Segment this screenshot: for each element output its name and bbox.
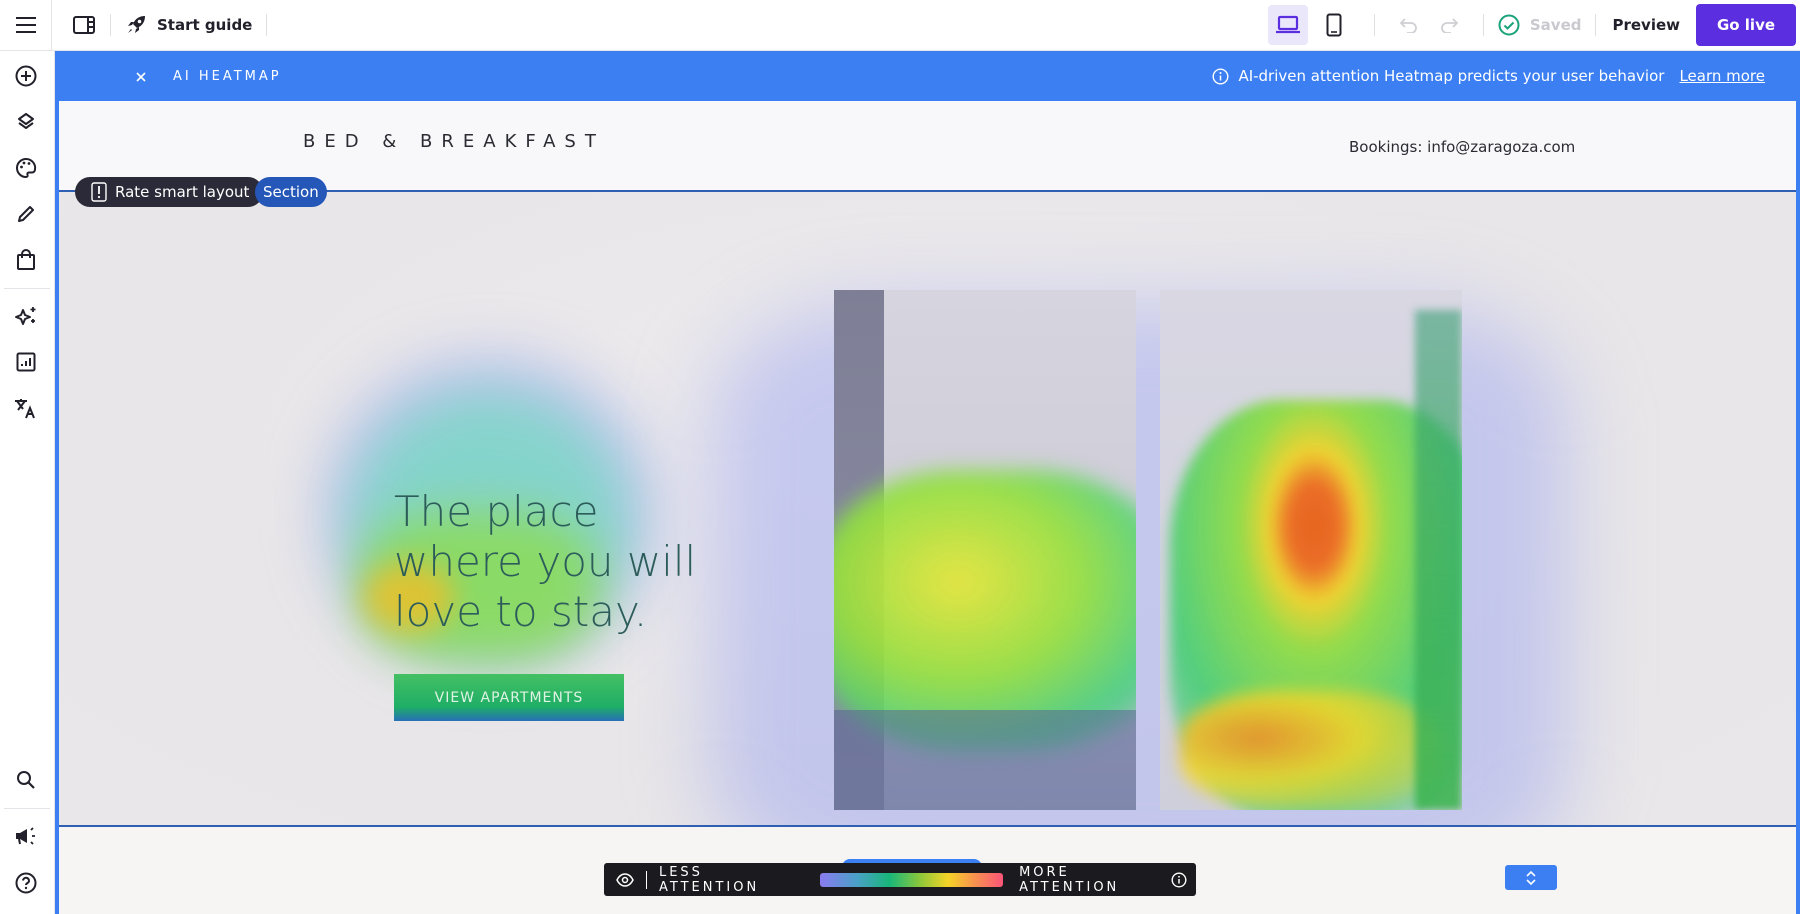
layers-icon xyxy=(18,113,34,129)
sidebar-divider xyxy=(4,808,50,809)
menu-button[interactable] xyxy=(0,0,52,51)
info-icon xyxy=(1171,871,1187,888)
editor-canvas: AI HEATMAP AI-driven attention Heatmap p… xyxy=(55,51,1800,914)
divider xyxy=(1373,14,1375,36)
sidebar-item-design[interactable] xyxy=(0,148,52,188)
rocket-icon xyxy=(128,16,145,33)
rate-smart-layout-button[interactable]: Rate smart layout xyxy=(75,177,264,207)
undo-icon xyxy=(1399,18,1417,33)
headline-line: where you will xyxy=(394,537,697,586)
heatmap-title: AI HEATMAP xyxy=(173,68,282,84)
shopping-bag-icon xyxy=(17,249,35,270)
saved-label: Saved xyxy=(1529,16,1582,34)
redo-icon xyxy=(1441,18,1458,33)
less-attention-label: LESS ATTENTION xyxy=(658,864,760,895)
section-tag[interactable]: Section xyxy=(255,177,327,207)
room-photo-right[interactable] xyxy=(1160,290,1462,810)
panel-toggle-button[interactable] xyxy=(72,13,96,37)
sidebar-item-analytics[interactable] xyxy=(0,342,52,382)
sidebar-item-edit[interactable] xyxy=(0,194,52,234)
search-icon xyxy=(17,771,35,789)
redo-button[interactable] xyxy=(1429,5,1469,45)
top-toolbar: Start guide Saved Preview Go live xyxy=(0,0,1800,51)
left-sidebar xyxy=(0,51,55,914)
mobile-view-button[interactable] xyxy=(1314,5,1354,45)
hamburger-icon xyxy=(15,17,36,33)
divider xyxy=(1482,14,1484,36)
start-guide-button[interactable]: Start guide xyxy=(125,14,252,36)
palette-icon xyxy=(16,157,37,179)
layout-rate-icon xyxy=(91,182,107,202)
bookings-text[interactable]: Bookings: info@zaragoza.com xyxy=(1349,138,1575,156)
divider xyxy=(110,14,111,36)
sidebar-item-store[interactable] xyxy=(0,240,52,280)
laptop-icon xyxy=(1275,15,1300,34)
info-icon xyxy=(1212,67,1229,85)
toggle-heatmap-visibility[interactable] xyxy=(616,872,634,887)
heatmap-legend: LESS ATTENTION MORE ATTENTION xyxy=(604,863,1196,896)
check-circle-icon xyxy=(1498,14,1520,36)
megaphone-icon xyxy=(16,827,35,845)
site-brand[interactable]: BED & BREAKFAST xyxy=(303,131,605,152)
sidebar-item-layers[interactable] xyxy=(0,102,52,142)
sidebar-item-translate[interactable] xyxy=(0,388,52,428)
heatmap-overlay xyxy=(1415,310,1462,810)
eye-icon xyxy=(616,872,634,887)
chart-icon xyxy=(16,352,36,372)
hero-section[interactable]: The place where you will love to stay. V… xyxy=(59,192,1796,892)
sidebar-divider xyxy=(4,288,50,289)
saved-status: Saved xyxy=(1498,14,1582,36)
room-photo-left[interactable] xyxy=(834,290,1136,810)
chevron-up-down-icon xyxy=(1526,870,1536,885)
legend-info-button[interactable] xyxy=(1171,871,1187,888)
headline-line: The place xyxy=(394,487,599,536)
go-live-button[interactable]: Go live xyxy=(1696,4,1796,46)
undo-button[interactable] xyxy=(1389,5,1429,45)
heatmap-info: AI-driven attention Heatmap predicts you… xyxy=(1212,67,1765,85)
divider xyxy=(266,14,268,36)
pencil-icon xyxy=(18,206,34,222)
plus-circle-icon xyxy=(15,65,37,87)
rate-smart-layout-label: Rate smart layout xyxy=(115,183,250,201)
sparkles-icon xyxy=(15,307,36,325)
view-apartments-button[interactable]: VIEW APARTMENTS xyxy=(394,674,624,721)
close-heatmap-button[interactable] xyxy=(131,67,151,86)
more-attention-label: MORE ATTENTION xyxy=(1019,864,1120,895)
site-header[interactable]: BED & BREAKFAST Bookings: info@zaragoza.… xyxy=(59,101,1796,190)
legend-divider xyxy=(646,870,647,889)
sidebar-item-announcements[interactable] xyxy=(0,816,52,856)
heatmap-overlay xyxy=(1180,690,1440,810)
help-icon xyxy=(15,872,37,894)
ai-heatmap-bar: AI HEATMAP AI-driven attention Heatmap p… xyxy=(55,51,1800,101)
heatmap-overlay xyxy=(834,470,1136,750)
desktop-view-button[interactable] xyxy=(1267,5,1308,45)
sidebar-item-ai[interactable] xyxy=(0,296,52,336)
website-preview: BED & BREAKFAST Bookings: info@zaragoza.… xyxy=(59,101,1796,914)
start-guide-label: Start guide xyxy=(157,16,253,34)
panel-icon xyxy=(73,16,95,34)
sidebar-item-add[interactable] xyxy=(0,56,52,96)
attention-gradient-scale xyxy=(820,872,1004,887)
learn-more-link[interactable]: Learn more xyxy=(1679,67,1765,85)
phone-icon xyxy=(1326,13,1342,37)
translate-icon xyxy=(15,399,35,419)
preview-button[interactable]: Preview xyxy=(1596,16,1696,34)
floor xyxy=(834,710,1136,810)
close-icon xyxy=(136,71,146,82)
heatmap-info-text: AI-driven attention Heatmap predicts you… xyxy=(1238,67,1665,85)
hero-headline[interactable]: The place where you will love to stay. xyxy=(394,487,696,637)
sidebar-item-help[interactable] xyxy=(0,863,52,903)
headline-line: love to stay. xyxy=(394,587,648,636)
sidebar-item-search[interactable] xyxy=(0,760,52,800)
section-resize-handle[interactable] xyxy=(1505,865,1557,890)
